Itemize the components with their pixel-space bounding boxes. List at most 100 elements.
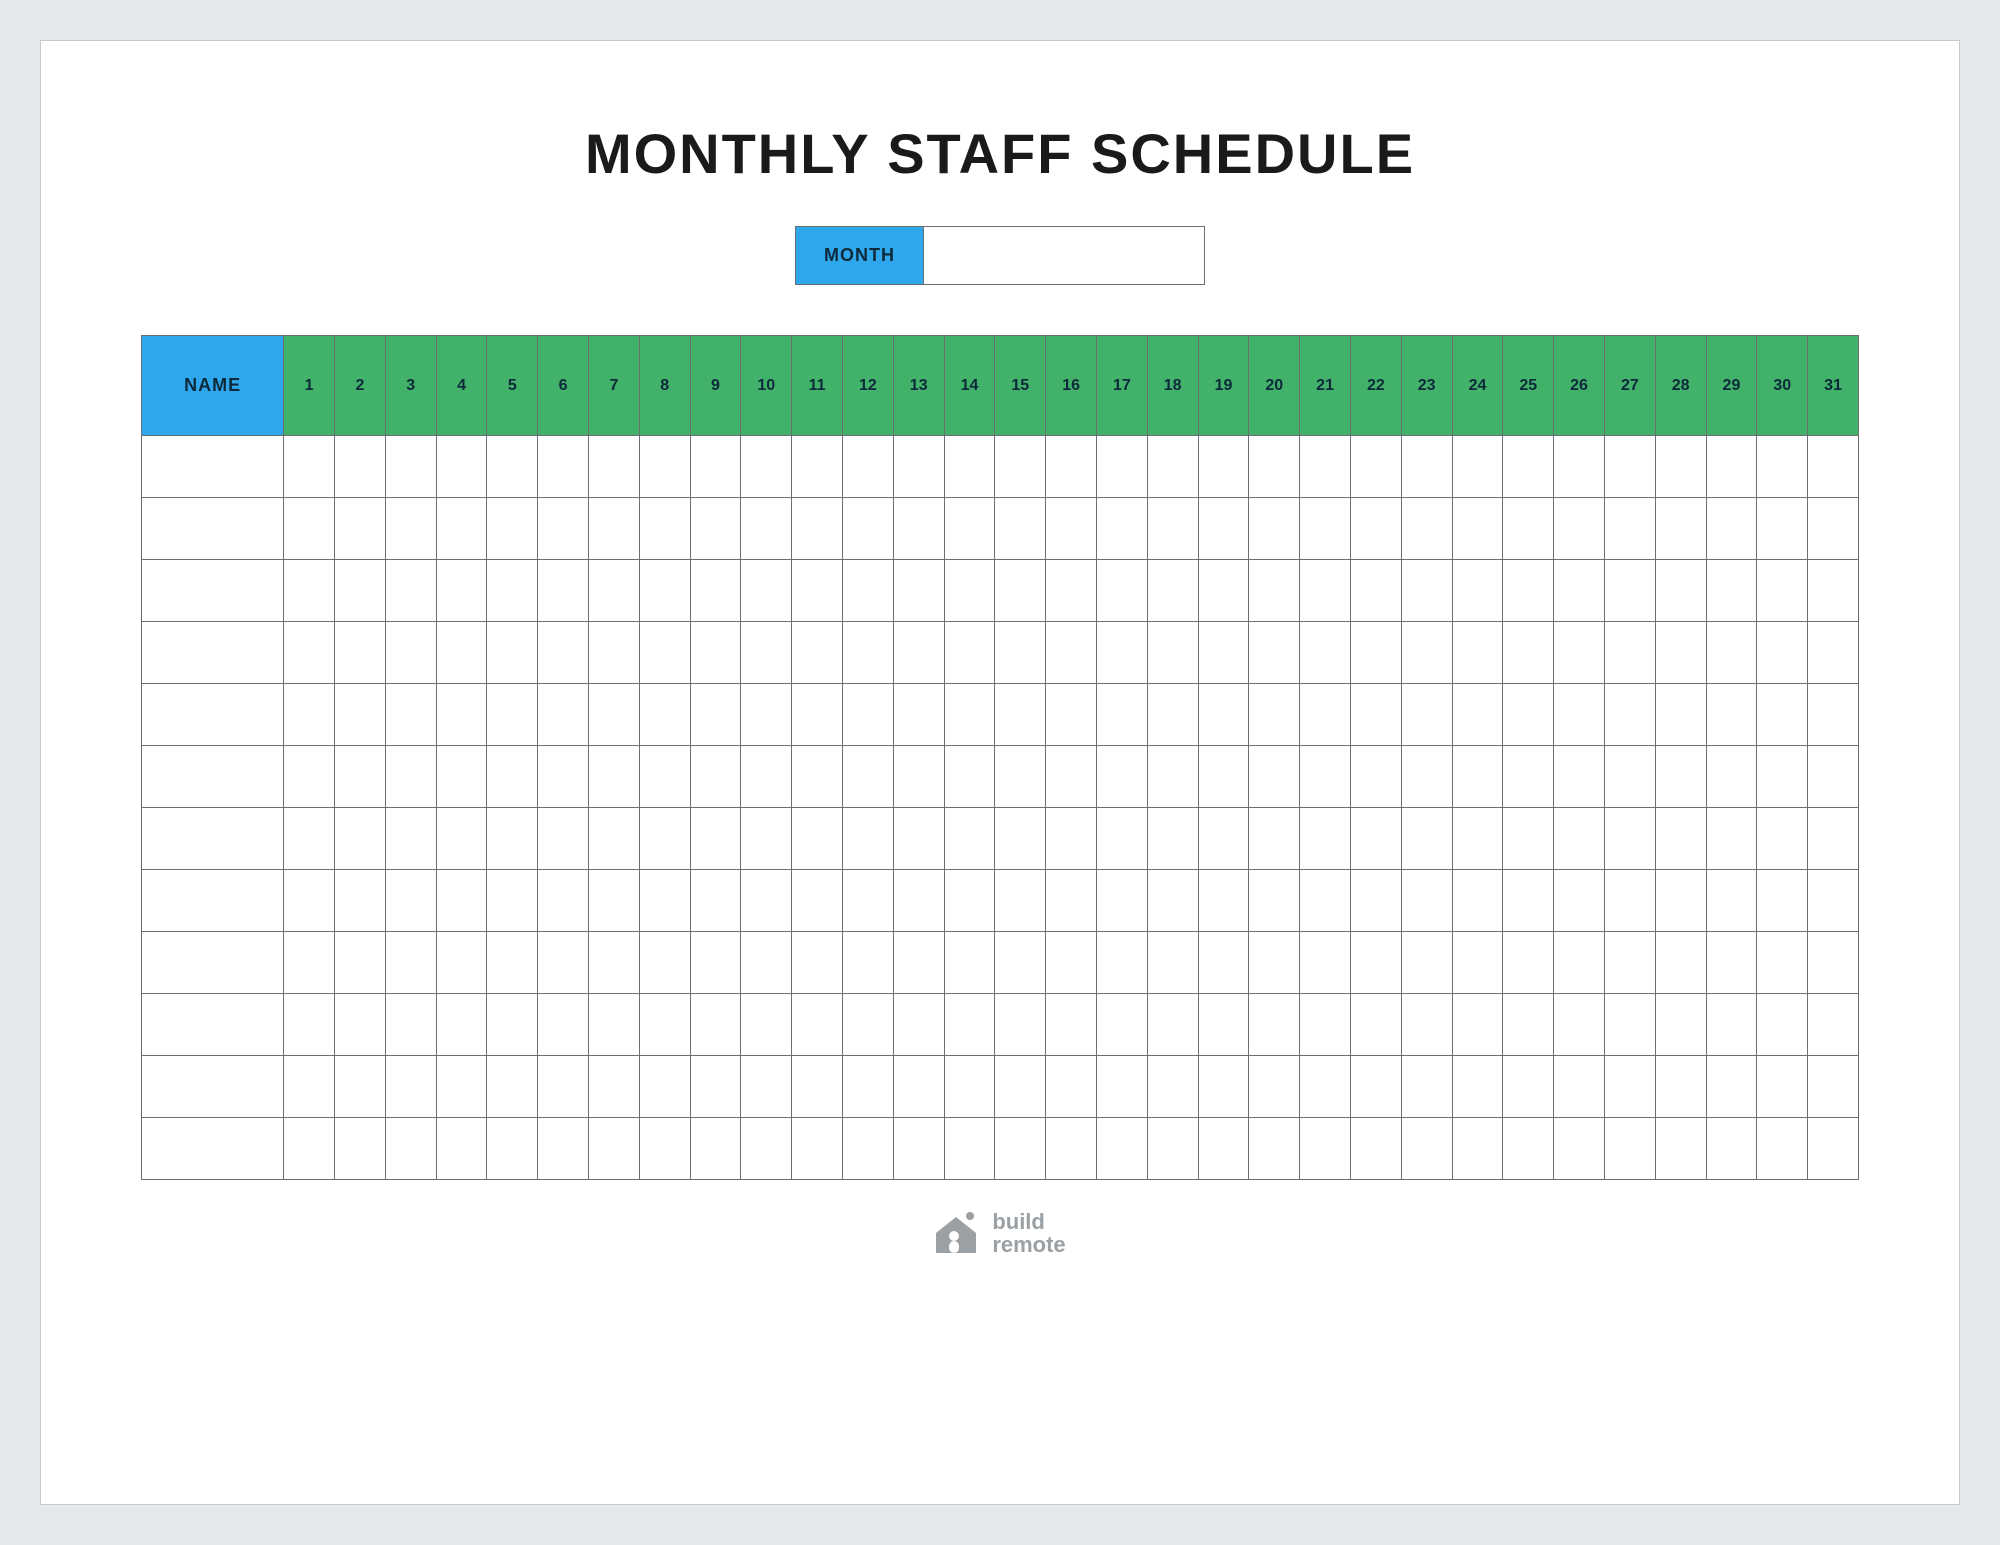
schedule-cell[interactable] (436, 1118, 487, 1180)
schedule-cell[interactable] (944, 498, 995, 560)
schedule-cell[interactable] (1604, 436, 1655, 498)
schedule-cell[interactable] (1147, 746, 1198, 808)
schedule-cell[interactable] (1300, 932, 1351, 994)
schedule-cell[interactable] (1300, 684, 1351, 746)
schedule-cell[interactable] (741, 498, 792, 560)
schedule-cell[interactable] (1503, 932, 1554, 994)
schedule-cell[interactable] (487, 808, 538, 870)
schedule-cell[interactable] (335, 870, 386, 932)
schedule-cell[interactable] (1350, 684, 1401, 746)
schedule-cell[interactable] (1046, 994, 1097, 1056)
schedule-cell[interactable] (792, 870, 843, 932)
schedule-cell[interactable] (436, 684, 487, 746)
schedule-cell[interactable] (1350, 622, 1401, 684)
schedule-cell[interactable] (639, 560, 690, 622)
schedule-cell[interactable] (690, 436, 741, 498)
schedule-cell[interactable] (1757, 1118, 1808, 1180)
schedule-cell[interactable] (893, 684, 944, 746)
schedule-cell[interactable] (589, 560, 640, 622)
schedule-cell[interactable] (385, 870, 436, 932)
schedule-cell[interactable] (1655, 684, 1706, 746)
schedule-cell[interactable] (1604, 746, 1655, 808)
schedule-cell[interactable] (944, 1056, 995, 1118)
schedule-cell[interactable] (893, 808, 944, 870)
schedule-cell[interactable] (284, 1118, 335, 1180)
schedule-cell[interactable] (690, 870, 741, 932)
schedule-cell[interactable] (639, 870, 690, 932)
schedule-cell[interactable] (1401, 1056, 1452, 1118)
schedule-cell[interactable] (538, 870, 589, 932)
schedule-cell[interactable] (1503, 498, 1554, 560)
schedule-cell[interactable] (995, 932, 1046, 994)
schedule-cell[interactable] (1249, 870, 1300, 932)
schedule-cell[interactable] (538, 1056, 589, 1118)
schedule-cell[interactable] (1401, 498, 1452, 560)
schedule-cell[interactable] (843, 622, 894, 684)
schedule-cell[interactable] (741, 870, 792, 932)
schedule-cell[interactable] (893, 436, 944, 498)
schedule-cell[interactable] (995, 684, 1046, 746)
schedule-cell[interactable] (1147, 932, 1198, 994)
schedule-cell[interactable] (1604, 1118, 1655, 1180)
schedule-cell[interactable] (639, 622, 690, 684)
schedule-cell[interactable] (639, 1118, 690, 1180)
schedule-cell[interactable] (538, 684, 589, 746)
schedule-cell[interactable] (1604, 622, 1655, 684)
schedule-cell[interactable] (487, 746, 538, 808)
schedule-cell[interactable] (843, 436, 894, 498)
schedule-cell[interactable] (1249, 1056, 1300, 1118)
schedule-cell[interactable] (1147, 808, 1198, 870)
schedule-cell[interactable] (335, 932, 386, 994)
schedule-cell[interactable] (487, 994, 538, 1056)
schedule-cell[interactable] (284, 994, 335, 1056)
schedule-cell[interactable] (284, 870, 335, 932)
schedule-cell[interactable] (284, 560, 335, 622)
schedule-cell[interactable] (1554, 1118, 1605, 1180)
schedule-cell[interactable] (944, 808, 995, 870)
schedule-cell[interactable] (995, 436, 1046, 498)
schedule-cell[interactable] (639, 932, 690, 994)
schedule-cell[interactable] (1452, 498, 1503, 560)
schedule-cell[interactable] (690, 684, 741, 746)
schedule-cell[interactable] (944, 622, 995, 684)
schedule-cell[interactable] (1757, 498, 1808, 560)
schedule-cell[interactable] (1350, 1056, 1401, 1118)
schedule-cell[interactable] (944, 1118, 995, 1180)
schedule-cell[interactable] (1249, 436, 1300, 498)
schedule-cell[interactable] (1757, 684, 1808, 746)
schedule-cell[interactable] (1401, 560, 1452, 622)
schedule-cell[interactable] (995, 994, 1046, 1056)
schedule-cell[interactable] (1096, 932, 1147, 994)
schedule-cell[interactable] (893, 622, 944, 684)
schedule-cell[interactable] (792, 932, 843, 994)
schedule-cell[interactable] (944, 436, 995, 498)
name-cell[interactable] (142, 746, 284, 808)
schedule-cell[interactable] (1046, 560, 1097, 622)
schedule-cell[interactable] (1350, 932, 1401, 994)
schedule-cell[interactable] (1503, 808, 1554, 870)
schedule-cell[interactable] (1452, 622, 1503, 684)
name-cell[interactable] (142, 870, 284, 932)
schedule-cell[interactable] (1452, 684, 1503, 746)
schedule-cell[interactable] (995, 498, 1046, 560)
schedule-cell[interactable] (1503, 1056, 1554, 1118)
schedule-cell[interactable] (1350, 498, 1401, 560)
schedule-cell[interactable] (792, 746, 843, 808)
schedule-cell[interactable] (284, 1056, 335, 1118)
schedule-cell[interactable] (1147, 436, 1198, 498)
schedule-cell[interactable] (792, 994, 843, 1056)
schedule-cell[interactable] (1096, 808, 1147, 870)
schedule-cell[interactable] (335, 1118, 386, 1180)
schedule-cell[interactable] (1503, 1118, 1554, 1180)
schedule-cell[interactable] (538, 994, 589, 1056)
schedule-cell[interactable] (1401, 436, 1452, 498)
schedule-cell[interactable] (1046, 498, 1097, 560)
schedule-cell[interactable] (1147, 994, 1198, 1056)
schedule-cell[interactable] (1249, 932, 1300, 994)
schedule-cell[interactable] (1046, 684, 1097, 746)
schedule-cell[interactable] (893, 1118, 944, 1180)
schedule-cell[interactable] (1808, 808, 1859, 870)
schedule-cell[interactable] (1808, 436, 1859, 498)
schedule-cell[interactable] (1503, 560, 1554, 622)
schedule-cell[interactable] (487, 870, 538, 932)
